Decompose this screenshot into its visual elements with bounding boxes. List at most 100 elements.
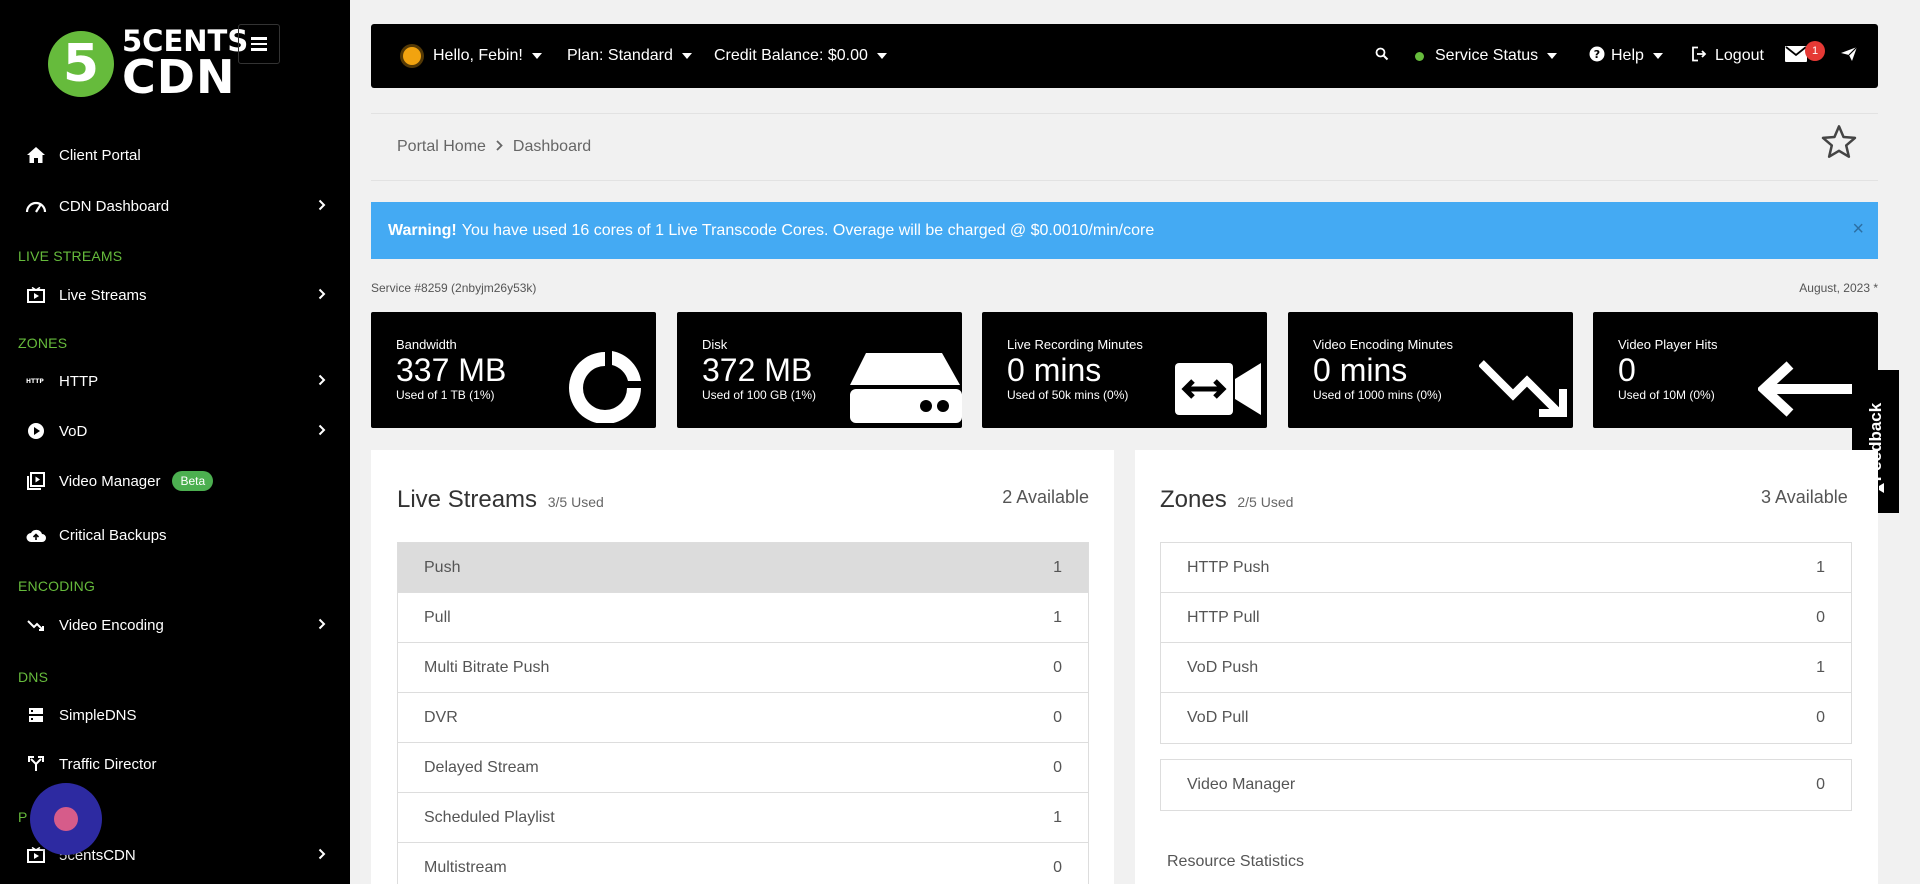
list-item-count: 0 [1816,709,1825,726]
panel-used-count: 3/5 Used [547,494,604,510]
list-item[interactable]: HTTP Pull 0 [1161,593,1851,643]
list-item-label: HTTP Pull [1187,608,1260,626]
stat-value: 0 mins [1313,352,1408,388]
help-menu[interactable]: ? Help [1589,24,1663,88]
stat-label: Video Player Hits [1618,337,1718,352]
sidebar-item-http[interactable]: HTTP HTTP [0,361,350,401]
list-item[interactable]: VoD Push 1 [1161,643,1851,693]
list-item[interactable]: Push 1 [398,543,1088,593]
video-library-icon [25,472,47,490]
breadcrumb-current: Dashboard [512,138,592,155]
list-item-count: 1 [1053,608,1062,626]
sidebar-item-live-streams[interactable]: Live Streams [0,275,350,315]
stat-sub: Used of 1000 mins (0%) [1313,388,1442,402]
sidebar-item-label: Critical Backups [59,526,167,544]
breadcrumb-bar: Portal Home Dashboard [371,113,1878,181]
sidebar-item-label: SimpleDNS [59,706,137,724]
list-item[interactable]: Delayed Stream 0 [398,743,1088,793]
speedometer-icon [25,198,47,214]
list-item[interactable]: Multi Bitrate Push 0 [398,643,1088,693]
stat-card-disk[interactable]: Disk 372 MB Used of 100 GB (1%) [677,312,962,428]
sidebar-item-label: Video Encoding [59,616,164,634]
beta-badge: Beta [172,471,214,491]
search-icon [1375,47,1389,66]
sidebar-item-client-portal[interactable]: Client Portal [0,135,350,175]
sun-icon [403,47,421,65]
credit-balance-menu[interactable]: Credit Balance: $0.00 [714,24,887,88]
sidebar-item-simpledns[interactable]: SimpleDNS [0,695,350,735]
messages-button[interactable] [1785,24,1807,88]
list-item-count: 1 [1816,658,1825,676]
send-button[interactable] [1840,24,1858,88]
stat-card-bandwidth[interactable]: Bandwidth 337 MB Used of 1 TB (1%) [371,312,656,428]
list-item[interactable]: Pull 1 [398,593,1088,643]
sidebar-item-critical-backups[interactable]: Critical Backups [0,515,350,555]
list-item-count: 0 [1816,776,1825,793]
list-item[interactable]: Scheduled Playlist 1 [398,793,1088,843]
live-streams-list: Push 1 Pull 1 Multi Bitrate Push 0 DVR 0 Del… [397,542,1089,884]
list-item-label: Push [424,558,461,576]
sidebar-item-cdn-dashboard[interactable]: CDN Dashboard [0,186,350,226]
logo-mark: 5 [48,30,114,97]
list-item[interactable]: DVR 0 [398,693,1088,743]
plan-label: Plan: Standard [567,47,673,64]
favorite-star-button[interactable] [1820,124,1858,165]
video-manager-list: Video Manager 0 [1160,759,1852,811]
list-item-label: HTTP Push [1187,558,1270,576]
list-item-label: Video Manager [1187,776,1296,793]
brand-logo[interactable]: 5 5CENTS CDN [48,27,248,99]
chat-widget-button[interactable] [30,783,102,855]
stat-sub: Used of 1 TB (1%) [396,388,495,402]
chevron-right-icon [318,198,326,215]
star-outline-icon [1820,125,1858,164]
home-icon [25,146,47,164]
stat-card-live-recording[interactable]: Live Recording Minutes 0 mins Used of 50… [982,312,1267,428]
stat-label: Bandwidth [396,337,457,352]
stat-sub: Used of 100 GB (1%) [702,388,817,402]
send-icon [1840,46,1858,67]
cloud-upload-icon [25,528,47,543]
list-item[interactable]: HTTP Push 1 [1161,543,1851,593]
sidebar-item-video-manager[interactable]: Video Manager Beta [0,461,350,501]
panel-used-count: 2/5 Used [1237,494,1294,510]
list-item-count: 1 [1053,558,1062,576]
breadcrumb-home-link[interactable]: Portal Home [397,138,486,156]
logout-button[interactable]: Logout [1691,24,1764,88]
caret-down-icon [1547,53,1558,59]
caret-down-icon [531,53,542,59]
panel-available-count: 2 Available [1002,487,1089,507]
warning-alert: Warning! You have used 16 cores of 1 Liv… [371,202,1878,259]
stat-label: Disk [702,337,728,352]
logout-label: Logout [1715,47,1764,64]
sidebar-item-traffic-director[interactable]: Traffic Director [0,744,350,784]
panel-available-count: 3 Available [1761,487,1848,507]
plan-menu[interactable]: Plan: Standard [567,24,692,88]
list-item[interactable]: Multistream 0 [398,843,1088,884]
sidebar-item-video-encoding[interactable]: Video Encoding [0,605,350,645]
stat-label: Video Encoding Minutes [1313,337,1453,352]
list-item-count: 0 [1053,859,1062,876]
list-item-count: 0 [1053,758,1062,776]
stat-value: 337 MB [396,352,507,388]
stat-card-video-encoding[interactable]: Video Encoding Minutes 0 mins Used of 10… [1288,312,1573,428]
section-heading-encoding: ENCODING [18,578,96,594]
search-button[interactable] [1375,24,1389,88]
mail-icon [1785,45,1807,67]
sidebar-item-label: Traffic Director [59,755,157,773]
section-heading-live-streams: LIVE STREAMS [18,248,123,264]
stat-value: 372 MB [702,352,813,388]
close-icon[interactable]: × [1852,218,1864,241]
resource-statistics-heading: Resource Statistics [1167,853,1304,870]
credit-balance-label: Credit Balance: $0.00 [714,47,868,64]
stat-card-video-player-hits[interactable]: Video Player Hits 0 Used of 10M (0%) [1593,312,1878,428]
sidebar-item-label: VoD [59,422,88,440]
list-item[interactable]: Video Manager 0 [1161,760,1851,810]
list-item[interactable]: VoD Pull 0 [1161,693,1851,743]
service-status-label: Service Status [1435,47,1539,64]
list-item-label: VoD Pull [1187,709,1249,726]
sidebar-item-vod[interactable]: VoD [0,411,350,451]
menu-toggle-button[interactable] [238,24,280,64]
user-menu[interactable]: Hello, Febin! [403,24,542,88]
service-status-menu[interactable]: Service Status [1415,24,1558,88]
billing-period: August, 2023 * [1799,281,1878,295]
